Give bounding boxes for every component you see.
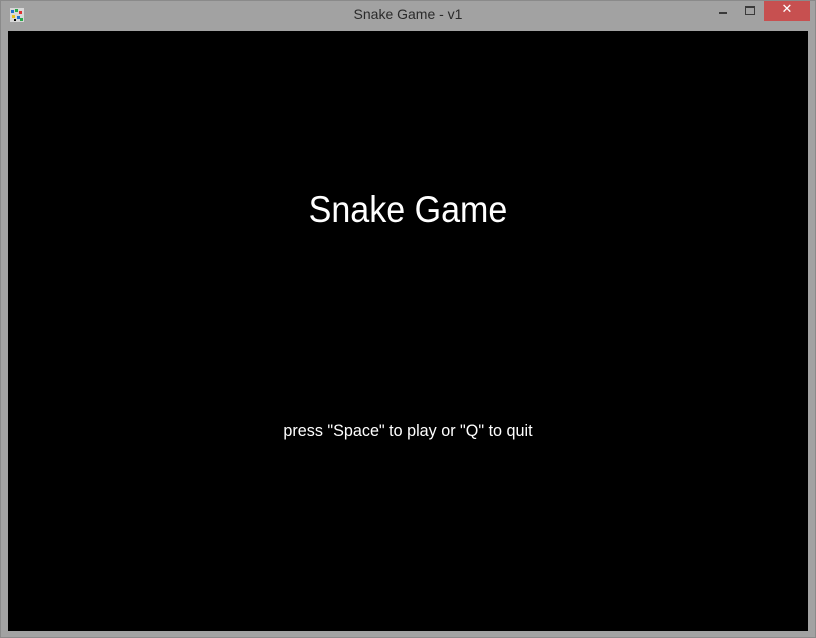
close-icon: ✕	[781, 2, 793, 17]
maximize-button[interactable]	[736, 1, 763, 21]
title-bar[interactable]: Snake Game - v1 ✕	[1, 1, 815, 30]
minimize-button[interactable]	[707, 1, 736, 21]
close-button[interactable]: ✕	[764, 1, 810, 21]
app-window: Snake Game - v1 ✕ Snake Game press "Spac…	[0, 0, 816, 638]
game-canvas[interactable]: Snake Game press "Space" to play or "Q" …	[8, 31, 808, 631]
window-title: Snake Game - v1	[353, 6, 463, 22]
start-prompt: press "Space" to play or "Q" to quit	[283, 421, 533, 440]
game-title: Snake Game	[308, 189, 508, 230]
